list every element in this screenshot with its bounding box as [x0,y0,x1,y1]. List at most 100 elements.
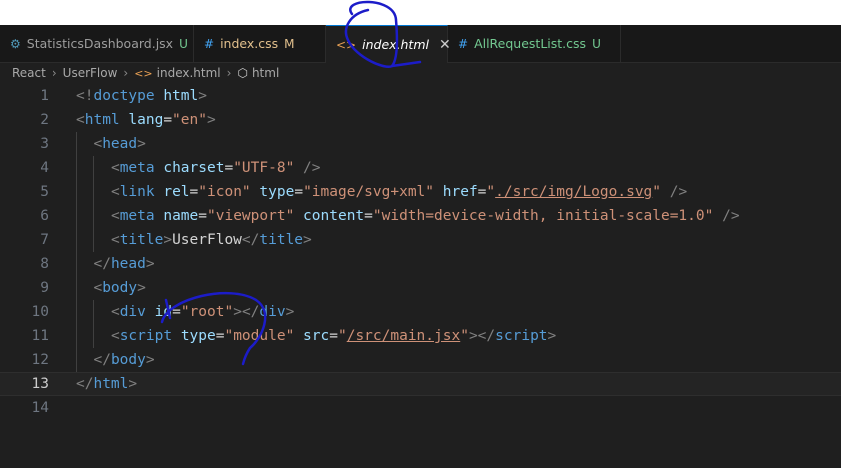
css-hash-icon: # [204,36,215,51]
line-number: 12 [31,352,49,368]
code-line[interactable]: 8 </head> [0,252,841,276]
code-line[interactable]: 3 <head> [0,132,841,156]
code-line[interactable]: 10 <div id="root"></div> [0,300,841,324]
indent-guide [76,132,77,156]
code-line[interactable]: 4 <meta charset="UTF-8" /> [0,156,841,180]
untracked-badge: U [179,36,188,51]
indent-guide [76,324,77,348]
code-token: "icon" [198,184,251,200]
code-token: = [329,328,338,344]
indent-guide [93,204,95,228]
line-number: 14 [31,400,49,416]
code-token: type [180,328,216,344]
code-token: "viewport" [207,208,295,224]
code-token: > [547,328,557,344]
code-token: > [137,280,146,296]
code-token: "image/svg+xml" [303,184,435,200]
code-line[interactable]: 2 <html lang="en"> [0,108,841,132]
code-token: script [495,328,548,344]
line-number: 4 [40,160,49,176]
tab-index-css[interactable]: # index.css M [194,25,326,62]
code-token: = [364,208,373,224]
code-token: = [224,160,234,176]
code-token: link [119,184,155,200]
code-token: = [163,112,173,128]
html-brackets-icon: <> [134,66,153,80]
code-token: "en" [172,112,207,128]
tab-all-request-list-css[interactable]: # AllRequestList.css U [448,25,621,62]
code-line[interactable]: 9 <body> [0,276,841,300]
code-line[interactable]: 7 <title>UserFlow</title> [0,228,841,252]
code-token: < [110,208,120,224]
code-token: = [198,208,207,224]
code-line[interactable]: 1 <!doctype html> [0,84,841,108]
code-token: = [294,184,304,200]
code-token: "root" [180,304,234,320]
code-token: html [163,88,199,104]
code-token: head [102,136,138,152]
tab-statistics-dashboard[interactable]: ⚙ StatisticsDashboard.jsx U [0,25,194,62]
code-token: " [337,328,347,344]
code-line[interactable]: 5 <link rel="icon" type="image/svg+xml" h… [0,180,841,204]
line-number: 5 [40,184,49,200]
code-token: html [93,376,129,392]
code-token: "module" [224,328,295,344]
indent-guide [93,180,95,204]
line-number: 7 [40,232,49,248]
breadcrumb-item-file[interactable]: index.html [157,66,221,80]
code-token: ./src/img/Logo.svg [495,184,653,200]
code-editor[interactable]: 1 <!doctype html> 2 <html lang="en"> 3 <head>… [0,84,841,468]
code-token: head [110,256,146,272]
indent-guide [76,300,77,324]
code-token: < [110,184,120,200]
code-text: </body> [93,348,154,372]
indent-guide [93,324,95,348]
code-line[interactable]: 11 <script type="module" src="/src/main.j… [0,324,841,348]
breadcrumb-item-userflow[interactable]: UserFlow [63,66,118,80]
indent-guide [93,228,95,252]
indent-guide [93,156,95,180]
code-line[interactable]: 12 </body> [0,348,841,372]
code-text: <link rel="icon" type="image/svg+xml" hr… [111,180,687,204]
indent-guide [76,348,77,372]
code-token: < [93,136,103,152]
code-token: ></ [233,304,260,320]
code-token: " [486,184,496,200]
code-token: id [154,304,173,320]
code-token: < [76,112,85,128]
code-token: > [303,232,312,248]
line-number: 3 [40,136,49,152]
code-line[interactable]: 14 [0,396,841,420]
code-token: > [145,256,155,272]
tab-index-html[interactable]: <> index.html ✕ [326,25,451,63]
line-number: 13 [31,376,49,392]
indent-guide [76,156,77,180]
code-token: </ [76,376,94,392]
tab-label: AllRequestList.css [474,36,587,51]
code-token: < [110,160,120,176]
line-number: 8 [40,256,49,272]
modified-badge: M [284,36,295,51]
code-line[interactable]: 13 </html> [0,372,841,396]
breadcrumb-item-symbol[interactable]: html [252,66,279,80]
code-token: content [303,208,365,224]
indent-guide [76,180,77,204]
breadcrumb-item-react[interactable]: React [12,66,46,80]
code-token: html [84,112,120,128]
indent-guide [76,252,77,276]
code-token: ></ [468,328,496,344]
code-text: <script type="module" src="/src/main.jsx… [111,324,556,348]
code-line[interactable]: 6 <meta name="viewport" content="width=de… [0,204,841,228]
code-token: body [102,280,138,296]
window-top-strip [0,0,841,25]
code-token: = [189,184,199,200]
code-token: </ [241,232,260,248]
code-token: /> [669,184,688,200]
code-token: href [442,184,478,200]
